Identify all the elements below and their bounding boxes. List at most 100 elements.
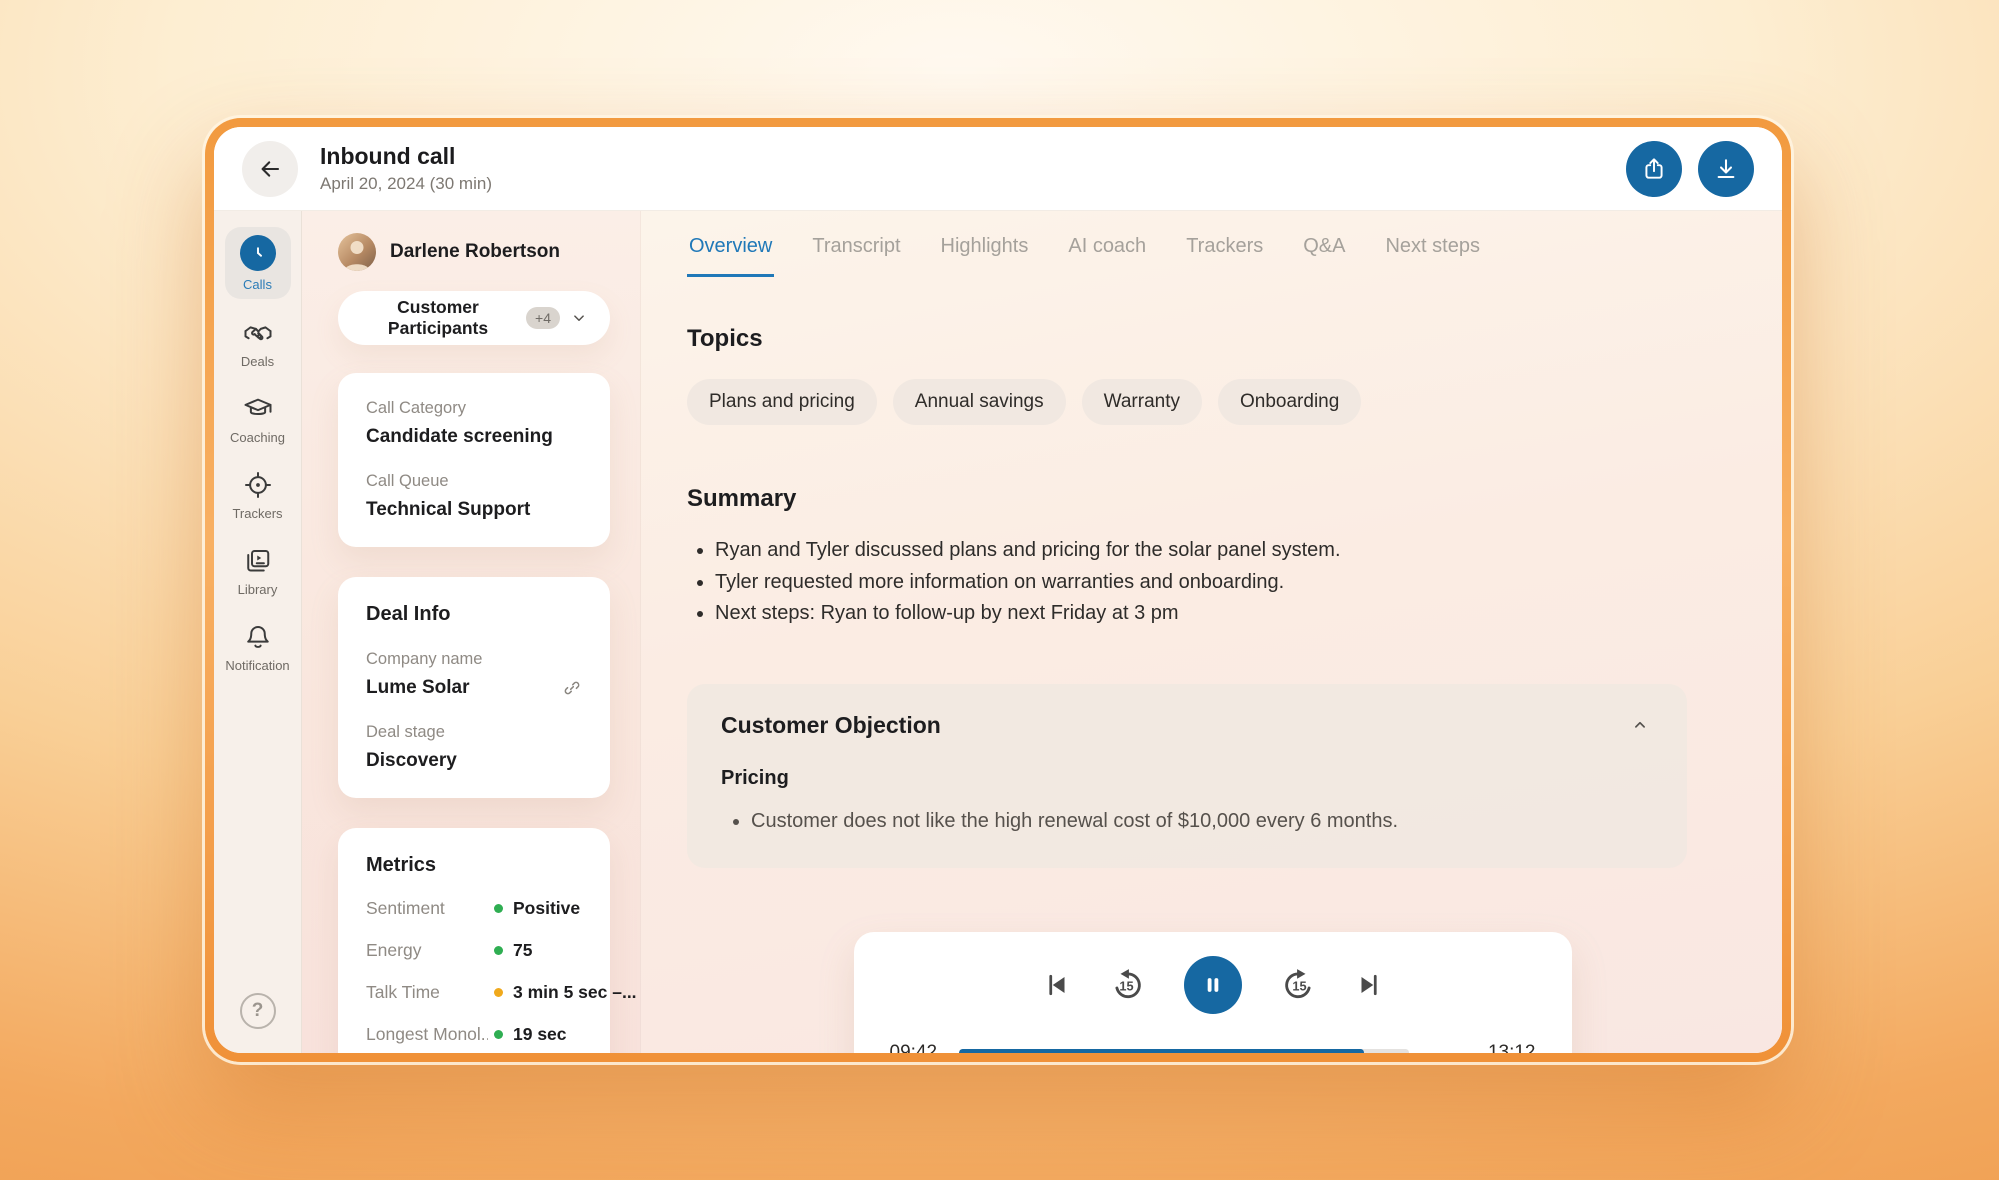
customer-participants-dropdown[interactable]: Customer Participants +4: [338, 291, 610, 345]
share-button[interactable]: [1626, 141, 1682, 197]
tab-bar: Overview Transcript Highlights AI coach Trac…: [687, 225, 1738, 277]
call-category-card: Call Category Candidate screening Call Q…: [338, 373, 610, 547]
forward-15-button[interactable]: 15: [1280, 967, 1316, 1003]
sidebar-item-calls[interactable]: Calls: [225, 227, 291, 299]
tab-ai-coach[interactable]: AI coach: [1066, 225, 1148, 277]
topic-chip[interactable]: Onboarding: [1218, 379, 1361, 425]
rewind-15-button[interactable]: 15: [1110, 967, 1146, 1003]
download-button[interactable]: [1698, 141, 1754, 197]
topic-chip[interactable]: Plans and pricing: [687, 379, 877, 425]
tab-qa[interactable]: Q&A: [1301, 225, 1347, 277]
rewind-15-icon: 15: [1110, 967, 1146, 1003]
topic-chip[interactable]: Annual savings: [893, 379, 1066, 425]
sidebar-item-trackers[interactable]: Trackers: [225, 464, 291, 527]
topics-heading: Topics: [687, 325, 1738, 353]
summary-item: Next steps: Ryan to follow-up by next Fr…: [715, 598, 1738, 630]
objection-point: Customer does not like the high renewal …: [751, 806, 1653, 836]
metric-value: Positive: [513, 898, 580, 919]
metric-value: 19 sec: [513, 1024, 567, 1045]
seek-bar[interactable]: [959, 1049, 1409, 1053]
sidebar-item-notification[interactable]: Notification: [225, 616, 291, 679]
sidebar-item-deals[interactable]: Deals: [225, 312, 291, 375]
avatar: [338, 233, 376, 271]
app-sidebar: Calls Deals Coaching Trackers Library: [214, 211, 302, 1053]
metric-value: 3 min 5 sec –...: [513, 982, 637, 1003]
topic-chips: Plans and pricing Annual savings Warranty O…: [687, 379, 1738, 425]
bell-icon: [243, 622, 273, 652]
metric-label: Longest Monol...: [366, 1024, 488, 1045]
skip-next-button[interactable]: [1354, 970, 1384, 1000]
metrics-title: Metrics: [366, 854, 582, 877]
summary-item: Tyler requested more information on warr…: [715, 567, 1738, 599]
media-library-icon: [243, 546, 273, 576]
summary-list: Ryan and Tyler discussed plans and prici…: [715, 535, 1738, 630]
title-block: Inbound call April 20, 2024 (30 min): [320, 143, 492, 194]
call-category-label: Call Category: [366, 399, 582, 418]
call-category-value: Candidate screening: [366, 426, 582, 448]
metric-row: Energy 75: [366, 940, 582, 961]
summary-item: Ryan and Tyler discussed plans and prici…: [715, 535, 1738, 567]
question-mark-icon: ?: [252, 1000, 264, 1022]
pause-button[interactable]: [1184, 956, 1242, 1014]
progress-row: 09:42 13:12: [890, 1042, 1536, 1053]
metric-label: Talk Time: [366, 982, 488, 1003]
skip-previous-button[interactable]: [1042, 970, 1072, 1000]
call-queue-value: Technical Support: [366, 499, 582, 521]
link-icon: [562, 678, 582, 698]
metric-label: Energy: [366, 940, 488, 961]
handshake-icon: [243, 318, 273, 348]
player-controls: 15 15: [890, 956, 1536, 1014]
target-icon: [243, 470, 273, 500]
skip-next-icon: [1354, 970, 1384, 1000]
deal-info-title: Deal Info: [366, 603, 582, 626]
share-icon: [1641, 156, 1667, 182]
tab-next-steps[interactable]: Next steps: [1383, 225, 1481, 277]
metric-row: Sentiment Positive: [366, 898, 582, 919]
app-window: Inbound call April 20, 2024 (30 min): [214, 127, 1782, 1053]
participant-row: Darlene Robertson: [338, 233, 610, 271]
sidebar-item-library[interactable]: Library: [225, 540, 291, 603]
company-name-value: Lume Solar: [366, 677, 469, 699]
forward-15-icon: 15: [1280, 967, 1316, 1003]
total-time: 13:12: [1488, 1042, 1536, 1053]
participant-name: Darlene Robertson: [390, 241, 560, 263]
svg-text:15: 15: [1119, 978, 1133, 993]
overview-main: Overview Transcript Highlights AI coach Trac…: [640, 211, 1782, 1053]
clock-icon: [240, 235, 276, 271]
metric-status-dot: [494, 988, 503, 997]
metric-row: Talk Time 3 min 5 sec –...: [366, 982, 582, 1003]
sidebar-item-coaching[interactable]: Coaching: [225, 388, 291, 451]
content-row: Calls Deals Coaching Trackers Library: [214, 211, 1782, 1053]
collapse-objection-button[interactable]: [1627, 712, 1653, 738]
call-details-panel: Darlene Robertson Customer Participants …: [302, 211, 640, 1053]
company-link-button[interactable]: [562, 678, 582, 698]
metric-status-dot: [494, 946, 503, 955]
call-queue-label: Call Queue: [366, 472, 582, 491]
summary-heading: Summary: [687, 485, 1738, 513]
audio-player: 15 15 09:42: [854, 932, 1572, 1053]
topic-chip[interactable]: Warranty: [1082, 379, 1202, 425]
objection-title: Customer Objection: [721, 712, 941, 739]
chevron-up-icon: [1631, 716, 1649, 734]
company-name-label: Company name: [366, 650, 582, 669]
page-title: Inbound call: [320, 143, 492, 170]
tab-trackers[interactable]: Trackers: [1184, 225, 1265, 277]
graduation-cap-icon: [243, 394, 273, 424]
current-time: 09:42: [890, 1042, 938, 1053]
back-button[interactable]: [242, 141, 298, 197]
metric-status-dot: [494, 904, 503, 913]
pause-icon: [1202, 974, 1224, 996]
tab-highlights[interactable]: Highlights: [939, 225, 1031, 277]
help-button[interactable]: ?: [240, 993, 276, 1029]
tab-overview[interactable]: Overview: [687, 225, 774, 277]
svg-text:15: 15: [1292, 978, 1306, 993]
participants-count-badge: +4: [526, 307, 560, 329]
deal-stage-label: Deal stage: [366, 723, 582, 742]
progress-fill: [959, 1049, 1364, 1053]
download-icon: [1713, 156, 1739, 182]
company-row: Lume Solar: [366, 677, 582, 699]
tab-transcript[interactable]: Transcript: [810, 225, 902, 277]
metric-status-dot: [494, 1030, 503, 1039]
skip-previous-icon: [1042, 970, 1072, 1000]
call-header: Inbound call April 20, 2024 (30 min): [214, 127, 1782, 211]
